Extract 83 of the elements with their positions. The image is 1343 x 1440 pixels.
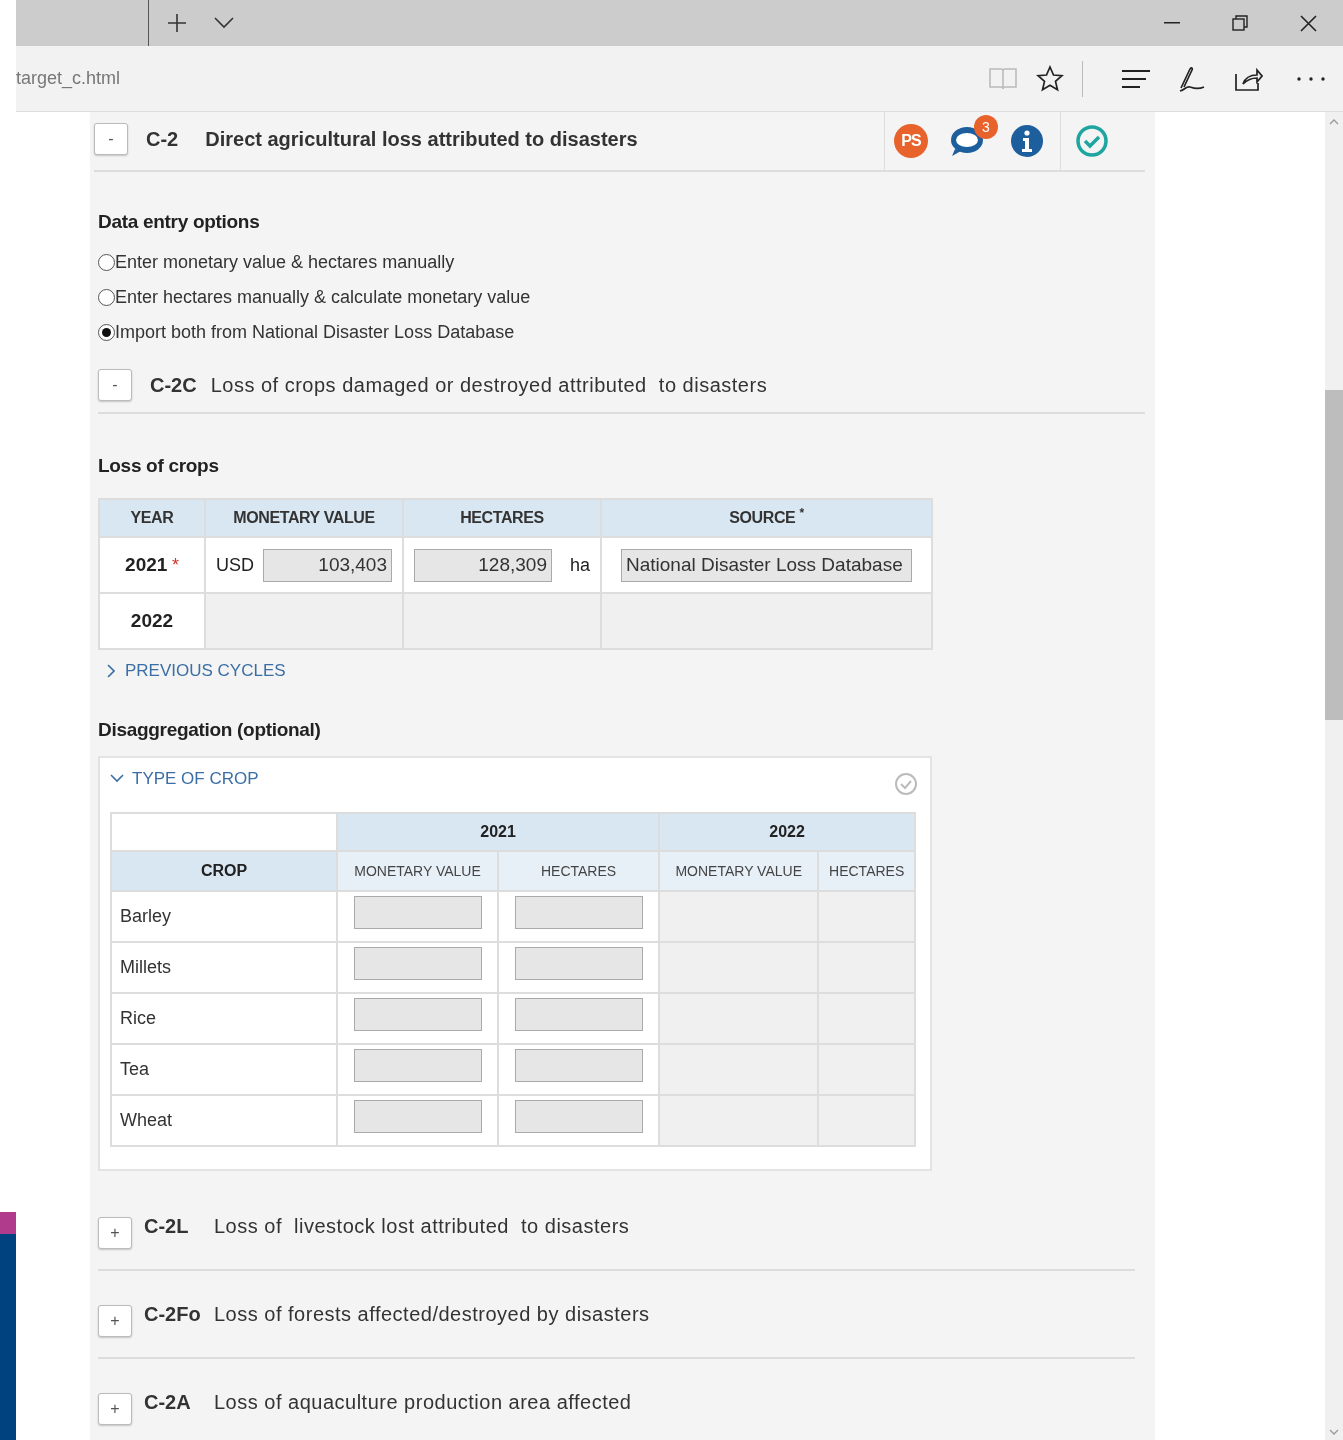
- column-header: HECTARES: [818, 851, 915, 892]
- chevron-icon: [106, 663, 115, 678]
- subsection-code: C-2L: [144, 1214, 190, 1240]
- type-of-crop-toggle[interactable]: TYPE OF CROP: [110, 765, 259, 791]
- scrollbar-thumb[interactable]: [1325, 390, 1343, 720]
- input-field[interactable]: [353, 896, 482, 930]
- table-cell: Wheat: [111, 1095, 337, 1147]
- info-icon[interactable]: [1010, 124, 1044, 158]
- input-field[interactable]: [353, 1049, 482, 1083]
- radio-button[interactable]: [98, 323, 115, 341]
- toggle-button[interactable]: -: [94, 123, 128, 156]
- radio-label: Enter monetary value & hectares manually: [115, 250, 455, 274]
- check-circle-icon[interactable]: [1075, 124, 1109, 158]
- section-title: Direct agricultural loss attributed to disasters: [205, 127, 638, 153]
- scroll-up-icon[interactable]: [1329, 118, 1339, 126]
- column-header: SOURCE $^{*}$: [601, 499, 932, 537]
- subsection-title: Loss of crops damaged or destroyed attributed to disasters: [210, 372, 768, 398]
- column-header: CROP: [111, 851, 337, 892]
- subsection-code: C-2A: [144, 1390, 192, 1416]
- unit-label: ha: [569, 553, 590, 577]
- input-field[interactable]: [514, 1100, 643, 1134]
- new-tab-button[interactable]: [167, 13, 187, 33]
- subsection-title: Loss of forests affected/destroyed by disasters: [214, 1302, 650, 1328]
- more-icon[interactable]: [1297, 76, 1325, 81]
- toggle-button[interactable]: +: [98, 1393, 132, 1426]
- table-cell: Barley: [111, 891, 337, 943]
- subsection-title: Loss of livestock lost attributed to disasters: [214, 1214, 630, 1240]
- input-field[interactable]: [514, 998, 643, 1032]
- toggle-button[interactable]: +: [98, 1217, 132, 1250]
- previous-cycles-link[interactable]: PREVIOUS CYCLES: [106, 658, 286, 684]
- share-icon[interactable]: [1233, 65, 1263, 92]
- required-mark: *: [171, 554, 179, 575]
- hectares-field[interactable]: 128,309: [414, 548, 552, 582]
- toggle-button[interactable]: -: [98, 368, 132, 401]
- currency-label: USD: [216, 553, 254, 577]
- input-field[interactable]: [514, 1049, 643, 1083]
- section-heading: Data entry options: [98, 210, 261, 234]
- chevron-icon: [110, 773, 124, 783]
- scrollbar[interactable]: [1325, 112, 1343, 1440]
- year-label: 2022: [130, 609, 174, 631]
- pen-icon[interactable]: [1178, 64, 1206, 93]
- column-header: MONETARY VALUE: [337, 851, 499, 892]
- restore-button[interactable]: [1232, 15, 1248, 31]
- radio-button[interactable]: [98, 288, 115, 306]
- column-header: MONETARY VALUE: [659, 851, 819, 892]
- source-field[interactable]: National Disaster Loss Database: [621, 548, 912, 582]
- radio-label: Import both from National Disaster Loss Database: [115, 320, 515, 344]
- table-heading: Loss of crops: [98, 453, 220, 478]
- column-header: HECTARES: [498, 851, 660, 892]
- comment-icon[interactable]: [950, 125, 984, 157]
- toggle-button[interactable]: +: [98, 1305, 132, 1338]
- table-cell: Tea: [111, 1044, 337, 1096]
- url-text[interactable]: target_c.html: [16, 65, 121, 92]
- input-field[interactable]: [353, 998, 482, 1032]
- reading-view-icon[interactable]: [988, 66, 1018, 91]
- input-field[interactable]: [514, 947, 643, 981]
- column-header: MONETARY VALUE: [205, 499, 403, 537]
- hub-icon[interactable]: [1121, 68, 1151, 89]
- column-header: 2022: [659, 813, 915, 852]
- input-field[interactable]: [514, 896, 643, 930]
- subsection-code: C-2Fo: [144, 1302, 202, 1328]
- input-field[interactable]: [353, 1100, 482, 1134]
- check-circle-icon: [894, 772, 918, 797]
- section-heading: Disaggregation (optional): [98, 717, 322, 742]
- column-header: 2021: [337, 813, 660, 852]
- column-header: HECTARES: [403, 499, 601, 537]
- table-cell: Millets: [111, 942, 337, 994]
- close-button[interactable]: [1300, 14, 1317, 32]
- minimize-button[interactable]: [1164, 22, 1180, 24]
- chevron-down-icon[interactable]: [214, 17, 234, 29]
- table-cell: Rice: [111, 993, 337, 1045]
- radio-button[interactable]: [98, 253, 115, 271]
- scroll-down-icon[interactable]: [1329, 1428, 1339, 1436]
- favorite-star-icon[interactable]: [1036, 64, 1064, 93]
- subsection-title: Loss of aquaculture production area affected: [214, 1390, 632, 1416]
- section-code: C-2: [146, 127, 179, 153]
- subsection-code: C-2C: [150, 372, 197, 398]
- column-header: YEAR: [99, 499, 205, 537]
- radio-label: Enter hectares manually & calculate monetary value: [115, 285, 531, 309]
- comment-count: 3: [974, 115, 998, 139]
- input-field[interactable]: [353, 947, 482, 981]
- monetary-value-field[interactable]: 103,403: [263, 548, 392, 582]
- year-label: 2021: [125, 553, 168, 575]
